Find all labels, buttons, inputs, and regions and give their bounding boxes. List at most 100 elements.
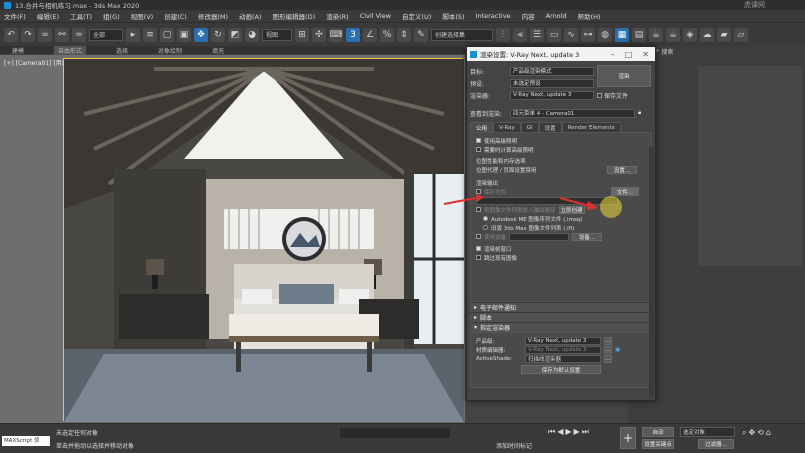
- rollout-scripts[interactable]: ▸ 脚本: [470, 312, 652, 322]
- named-selection-dropdown[interactable]: 创建选择集: [431, 28, 493, 41]
- select-rotate-icon[interactable]: ↻: [211, 27, 225, 42]
- menu-file[interactable]: 文件(F): [4, 11, 26, 21]
- save-file-checkbox[interactable]: [597, 92, 602, 98]
- angle-snap-icon[interactable]: ∠: [363, 27, 377, 42]
- rendered-frame-window-icon[interactable]: ▤: [632, 27, 646, 42]
- menu-modifiers[interactable]: 修改器(M): [198, 11, 228, 21]
- curve-editor-icon[interactable]: ∿: [564, 27, 578, 42]
- bind-warp-icon[interactable]: ≈: [72, 27, 86, 42]
- select-scale-icon[interactable]: ◩: [228, 27, 242, 42]
- search-box[interactable]: ⌕ 搜索: [656, 46, 686, 56]
- spinner-snap-icon[interactable]: ⇕: [397, 27, 411, 42]
- redo-icon[interactable]: ↷: [21, 27, 35, 42]
- key-filters-button[interactable]: 过滤器...: [698, 439, 734, 449]
- keyboard-shortcut-icon[interactable]: ⌨: [329, 27, 343, 42]
- menu-arnold[interactable]: Arnold: [546, 12, 567, 20]
- render-button[interactable]: 渲染: [597, 65, 651, 87]
- tab-common[interactable]: 公用: [470, 122, 494, 132]
- tab-settings[interactable]: 设置: [538, 122, 562, 132]
- menu-content[interactable]: 内容: [522, 11, 535, 21]
- target-dropdown[interactable]: 产品级渲染模式: [510, 66, 594, 76]
- legacy-seq-radio[interactable]: [483, 225, 488, 230]
- compute-advanced-checkbox[interactable]: [476, 147, 481, 152]
- undo-icon[interactable]: ↶: [4, 27, 18, 42]
- pivot-center-icon[interactable]: ⊞: [295, 27, 309, 42]
- auto-key-button[interactable]: 自动: [642, 427, 674, 437]
- percent-snap-icon[interactable]: %: [380, 27, 394, 42]
- window-crossing-icon[interactable]: ▣: [177, 27, 191, 42]
- tab-gi[interactable]: GI: [520, 122, 539, 132]
- align-icon[interactable]: ⫷: [513, 27, 527, 42]
- advanced-lighting-checkbox[interactable]: [476, 138, 481, 143]
- material-editor-icon[interactable]: ◍: [598, 27, 612, 42]
- render-setup-icon[interactable]: ▦: [615, 27, 629, 42]
- save-as-default-button[interactable]: 保存为默认设置: [521, 365, 601, 374]
- menu-help[interactable]: 帮助(H): [578, 11, 601, 21]
- project-icon[interactable]: ▱: [734, 27, 748, 42]
- toggle-ribbon-icon[interactable]: ▭: [547, 27, 561, 42]
- view-to-render-dropdown[interactable]: 四元菜单 4 - Camera01: [510, 108, 635, 118]
- selection-filter-dropdown[interactable]: 全部: [89, 28, 123, 41]
- selected-object-dropdown[interactable]: 选定对象: [680, 427, 735, 437]
- camera-viewport[interactable]: [+] [Camera01] [用户定义] [默认明暗处理]: [0, 55, 465, 423]
- set-key-button[interactable]: 设置关键点: [642, 439, 674, 449]
- devices-button[interactable]: 设备...: [572, 232, 603, 241]
- select-move-icon[interactable]: ✥: [194, 27, 208, 42]
- use-device-checkbox[interactable]: [476, 234, 481, 239]
- activeshade-icon[interactable]: ◈: [683, 27, 697, 42]
- add-key-button[interactable]: +: [620, 427, 636, 449]
- folder-icon[interactable]: ▰: [717, 27, 731, 42]
- maximize-icon[interactable]: □: [625, 50, 633, 59]
- edit-named-sel-icon[interactable]: ✎: [414, 27, 428, 42]
- select-by-name-icon[interactable]: ≡: [143, 27, 157, 42]
- maxscript-listener[interactable]: MAXScript 侦: [2, 436, 50, 446]
- menu-group[interactable]: 组(G): [103, 11, 120, 21]
- ribbon-tab-modeling[interactable]: 建模: [12, 46, 24, 55]
- render-online-icon[interactable]: ☁: [700, 27, 714, 42]
- dialog-scrollbar[interactable]: [649, 147, 654, 397]
- menu-edit[interactable]: 编辑(E): [37, 11, 59, 21]
- files-button[interactable]: 文件...: [611, 187, 639, 196]
- link-icon[interactable]: ∞: [38, 27, 52, 42]
- menu-create[interactable]: 创建(C): [164, 11, 187, 21]
- menu-customize[interactable]: 自定义(U): [402, 11, 431, 21]
- select-object-icon[interactable]: ▸: [126, 27, 140, 42]
- setup-button[interactable]: 设置...: [607, 165, 637, 174]
- rect-selection-icon[interactable]: ▢: [160, 27, 174, 42]
- material-choose-button[interactable]: …: [604, 345, 612, 354]
- production-choose-button[interactable]: …: [604, 336, 612, 345]
- menu-tools[interactable]: 工具(T): [70, 11, 92, 21]
- rollout-email[interactable]: ▸ 电子邮件通知: [470, 302, 652, 312]
- playback-controls[interactable]: ⏮◀▶▶⏭: [548, 427, 591, 437]
- layer-explorer-icon[interactable]: ☰: [530, 27, 544, 42]
- preset-dropdown[interactable]: 未选定预设: [510, 78, 594, 88]
- menu-animation[interactable]: 动画(A): [239, 11, 262, 21]
- ref-coord-dropdown[interactable]: 视图: [262, 28, 292, 41]
- add-time-tag[interactable]: 添加时间标记: [496, 441, 532, 450]
- menu-graph-editors[interactable]: 图形编辑器(D): [273, 11, 316, 21]
- mirror-icon[interactable]: ⫶: [496, 27, 510, 42]
- menu-rendering[interactable]: 渲染(R): [326, 11, 349, 21]
- menu-scripting[interactable]: 脚本(S): [442, 11, 464, 21]
- ribbon-tab-freeform[interactable]: 自由形式: [54, 45, 87, 55]
- close-icon[interactable]: ✕: [642, 50, 649, 59]
- render-production-icon[interactable]: ☕: [649, 27, 663, 42]
- renderer-dropdown[interactable]: V-Ray Next, update 3: [510, 90, 594, 100]
- ribbon-tab-selection[interactable]: 选择: [116, 46, 128, 55]
- lock-blue-icon[interactable]: ▣: [615, 347, 620, 353]
- ribbon-tab-populate[interactable]: 填充: [212, 46, 224, 55]
- menu-interactive[interactable]: Interactive: [476, 12, 511, 20]
- tab-vray[interactable]: V-Ray: [493, 122, 521, 132]
- ribbon-tab-object-paint[interactable]: 对象绘制: [158, 46, 182, 55]
- render-iterative-icon[interactable]: ☕: [666, 27, 680, 42]
- dialog-title-bar[interactable]: 渲染设置: V-Ray Next, update 3 – □ ✕: [467, 47, 655, 61]
- menu-civil-view[interactable]: Civil View: [360, 12, 391, 20]
- viewport-nav-icons[interactable]: ⌕✥⟲⌂: [742, 428, 773, 438]
- minimize-icon[interactable]: –: [611, 50, 615, 59]
- placement-icon[interactable]: ◕: [245, 27, 259, 42]
- activeshade-choose-button[interactable]: …: [604, 354, 612, 363]
- skip-existing-checkbox[interactable]: [476, 255, 481, 260]
- rollout-assign-renderer[interactable]: ▾ 指定渲染器: [470, 322, 652, 332]
- schematic-view-icon[interactable]: ⊶: [581, 27, 595, 42]
- device-field[interactable]: [509, 232, 570, 241]
